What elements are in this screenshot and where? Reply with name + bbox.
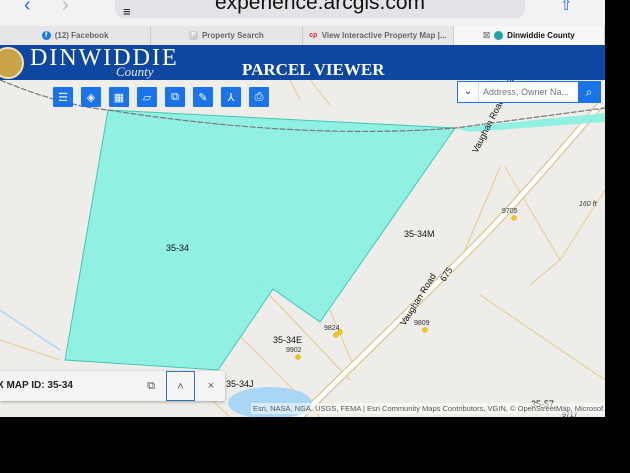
- select-icon[interactable]: ⧉: [165, 87, 185, 107]
- elevation-label: 160 ft: [579, 201, 597, 208]
- map-id-label: X MAP ID: 35-34: [0, 380, 73, 391]
- tab-label: Property Search: [201, 31, 264, 40]
- list-icon[interactable]: ☰: [53, 87, 73, 107]
- parcel-label: 35-34J: [226, 379, 254, 389]
- chevron-up-icon[interactable]: ˄: [166, 371, 195, 401]
- map[interactable]: [0, 80, 605, 417]
- restore-icon[interactable]: ⧉: [136, 371, 166, 401]
- search-input[interactable]: [479, 82, 578, 102]
- measure-icon[interactable]: ▱: [137, 87, 157, 107]
- tab-label: Dinwiddie County: [507, 31, 575, 40]
- county-seal-logo: [0, 47, 24, 79]
- close-icon[interactable]: ×: [196, 371, 226, 401]
- address-bar[interactable]: ≡ experience.arcgis.com: [115, 0, 525, 19]
- tab-dinwiddie[interactable]: ☒ Dinwiddie County: [453, 26, 605, 45]
- close-tab-icon[interactable]: ☒: [483, 31, 490, 40]
- forward-icon[interactable]: ›: [62, 0, 69, 17]
- tab-property-search[interactable]: P Property Search: [151, 26, 303, 45]
- tab-interactive-map[interactable]: cp View Interactive Property Map |...: [303, 26, 454, 45]
- county-name: DINWIDDIE: [30, 45, 179, 71]
- parcel-label: 35-34: [166, 243, 190, 253]
- address-label: 9902: [286, 347, 302, 354]
- screen: 35-34 35-34M 35-34E 35-34J 35-57 9705 98…: [0, 0, 605, 417]
- layers-icon[interactable]: ◈: [81, 87, 101, 107]
- page-title: PARCEL VIEWER: [242, 60, 385, 79]
- share-icon[interactable]: ⅄: [221, 87, 241, 107]
- page-icon: P: [188, 31, 198, 40]
- map-attribution: Esri, NASA, NGA, USGS, FEMA | Esri Commu…: [251, 403, 605, 414]
- app-header: DINWIDDIE County PARCEL VIEWER: [0, 45, 605, 80]
- selected-parcel[interactable]: [64, 109, 456, 371]
- browser-url-bar: ‹ › ≡ experience.arcgis.com ⇧: [0, 0, 605, 26]
- parcel-label: 35-34E: [273, 335, 303, 345]
- county-sub: County: [116, 64, 154, 79]
- facebook-icon: f: [41, 31, 51, 40]
- address-label: 9705: [502, 208, 518, 215]
- address-label: 9809: [414, 320, 430, 327]
- share-icon[interactable]: ⇧: [560, 0, 573, 14]
- tab-label: (12) Facebook: [54, 31, 109, 40]
- parcel-label: 35-34M: [404, 229, 435, 239]
- tab-label: View Interactive Property Map |...: [321, 31, 447, 40]
- search-icon[interactable]: ⌕: [578, 82, 600, 102]
- map-toolbar: ☰ ◈ ▦ ▱ ⧉ ✎ ⅄ ⎙: [53, 87, 269, 107]
- parcel-info-bar: X MAP ID: 35-34 ⧉ ˄ ×: [0, 371, 225, 401]
- chevron-down-icon[interactable]: ⌄: [458, 82, 479, 102]
- search-widget: ⌄ ⌕: [457, 81, 601, 103]
- basemap-gallery-icon[interactable]: ▦: [109, 87, 129, 107]
- menu-icon[interactable]: ≡: [123, 1, 131, 23]
- print-icon[interactable]: ⎙: [249, 87, 269, 107]
- browser-tabs: f (12) Facebook P Property Search cp View I…: [0, 26, 605, 45]
- arcgis-icon: [494, 31, 504, 40]
- tab-facebook[interactable]: f (12) Facebook: [0, 26, 152, 45]
- back-icon[interactable]: ‹: [24, 0, 31, 17]
- address-label: 9824: [324, 325, 340, 332]
- cp-icon: cp: [309, 32, 318, 39]
- url-text: experience.arcgis.com: [214, 0, 426, 14]
- draw-icon[interactable]: ✎: [193, 87, 213, 107]
